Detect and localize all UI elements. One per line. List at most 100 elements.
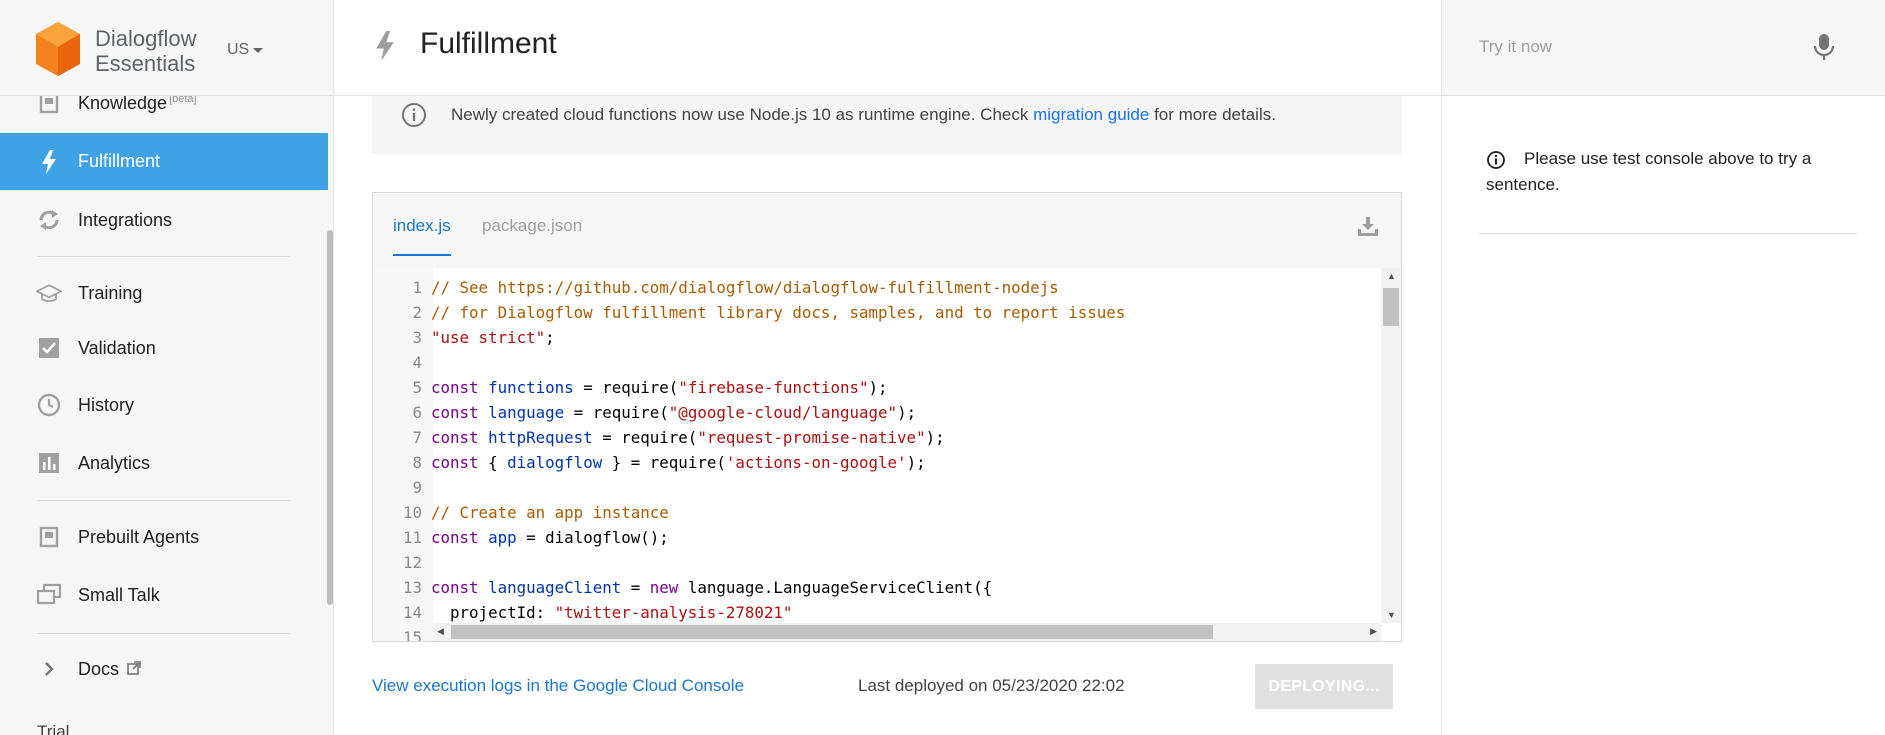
code-token: "firebase-functions"	[678, 378, 869, 397]
code-token: language.LanguageServiceClient({	[678, 578, 993, 597]
execution-logs-link[interactable]: View execution logs in the Google Cloud …	[372, 676, 744, 696]
code-token: new	[649, 578, 679, 597]
sidebar-scrollbar[interactable]	[327, 230, 333, 605]
info-text-after: for more details.	[1149, 105, 1276, 124]
tab-package-json[interactable]: package.json	[482, 216, 582, 254]
sidebar-item-small-talk[interactable]: Small Talk	[0, 580, 328, 610]
code-token: const	[431, 528, 479, 547]
info-icon	[402, 103, 426, 127]
line-number: 11	[402, 528, 422, 547]
caret-down-icon	[253, 47, 264, 53]
last-deployed-status: Last deployed on 05/23/2020 22:02	[858, 676, 1125, 695]
code-token: projectId:	[431, 603, 555, 622]
chat-icon	[36, 582, 62, 608]
code-token: {	[478, 453, 508, 472]
line-number: 5	[412, 378, 422, 397]
code-line: 12	[373, 550, 1125, 575]
school-icon	[36, 280, 62, 306]
sidebar-item-label: Prebuilt Agents	[78, 526, 200, 547]
sidebar-item-analytics[interactable]: Analytics	[0, 448, 328, 478]
code-token: = require(	[573, 378, 679, 397]
sidebar: Dialogflow Essentials US Knowledge [beta]…	[0, 0, 334, 735]
code-token: const	[431, 403, 479, 422]
external-link-icon	[127, 660, 141, 675]
line-number: 7	[412, 428, 422, 447]
code-token: "use strict"	[431, 328, 546, 347]
sidebar-item-label: Small Talk	[78, 584, 160, 605]
product-name: Dialogflow Essentials	[95, 26, 197, 76]
scroll-right-arrow-icon[interactable]: ▶	[1370, 626, 1377, 637]
sidebar-item-docs[interactable]: Docs	[0, 654, 328, 684]
region-selector[interactable]: US	[227, 41, 264, 59]
sidebar-item-training[interactable]: Training	[0, 278, 328, 308]
code-text: // Create an app instance	[431, 500, 669, 525]
code-editor[interactable]: 1 // See https://github.com/dialogflow/di…	[373, 268, 1401, 641]
check-box-icon	[36, 335, 62, 361]
code-text: const languageClient = new language.Lang…	[431, 575, 992, 600]
vertical-scroll-thumb[interactable]	[1383, 288, 1399, 326]
code-token: languageClient	[488, 578, 622, 597]
code-token: "request-promise-native"	[697, 428, 926, 447]
sidebar-item-fulfillment[interactable]: Fulfillment	[0, 133, 328, 190]
code-text: // for Dialogflow fulfillment library do…	[431, 300, 1125, 325]
code-line: 2 // for Dialogflow fulfillment library d…	[373, 300, 1125, 325]
try-it-now-input[interactable]	[1479, 32, 1799, 62]
test-console-hint: Please use test console above to try a s…	[1486, 146, 1841, 198]
code-line: 4	[373, 350, 1125, 375]
scroll-down-arrow-icon[interactable]: ▼	[1387, 610, 1396, 620]
code-line: 10 // Create an app instance	[373, 500, 1125, 525]
code-line: 9	[373, 475, 1125, 500]
editor-horizontal-scrollbar[interactable]: ◀ ▶	[433, 623, 1381, 641]
code-text: // See https://github.com/dialogflow/dia…	[431, 275, 1059, 300]
code-text: projectId: "twitter-analysis-278021"	[431, 600, 792, 625]
scroll-left-arrow-icon[interactable]: ◀	[437, 626, 444, 637]
code-text: const functions = require("firebase-func…	[431, 375, 888, 400]
code-token: // Create an app instance	[431, 503, 669, 522]
code-text: const language = require("@google-cloud/…	[431, 400, 916, 425]
code-text: "use strict";	[431, 325, 555, 350]
sidebar-item-history[interactable]: History	[0, 390, 328, 420]
code-token: const	[431, 428, 479, 447]
sidebar-item-label: History	[78, 394, 135, 415]
code-token: );	[906, 453, 926, 472]
dialogflow-logo-icon	[36, 22, 80, 76]
code-line: 7 const httpRequest = require("request-pr…	[373, 425, 1125, 450]
sidebar-item-label: Validation	[78, 337, 156, 358]
page-title: Fulfillment	[420, 27, 557, 60]
code-token: =	[621, 578, 650, 597]
code-text: const { dialogflow } = require('actions-…	[431, 450, 926, 475]
info-icon	[1487, 151, 1505, 169]
page-header: Fulfillment	[335, 0, 1441, 96]
migration-guide-link[interactable]: migration guide	[1033, 105, 1149, 124]
sidebar-item-validation[interactable]: Validation	[0, 333, 328, 363]
code-line: 1 // See https://github.com/dialogflow/di…	[373, 275, 1125, 300]
line-number: 13	[402, 578, 422, 597]
sidebar-item-label: Analytics	[78, 452, 151, 473]
code-token: = dialogflow();	[516, 528, 669, 547]
clock-icon	[36, 392, 62, 418]
microphone-icon[interactable]	[1812, 32, 1836, 62]
code-line: 5 const functions = require("firebase-fun…	[373, 375, 1125, 400]
code-token: );	[897, 403, 917, 422]
deploy-button[interactable]: DEPLOYING...	[1255, 664, 1393, 709]
line-number: 4	[412, 353, 422, 372]
info-banner: Newly created cloud functions now use No…	[372, 96, 1402, 154]
region-label: US	[227, 41, 250, 58]
brand-header: Dialogflow Essentials US	[0, 0, 333, 96]
sidebar-item-integrations[interactable]: Integrations	[0, 205, 328, 235]
code-lines[interactable]: 1 // See https://github.com/dialogflow/di…	[373, 275, 1125, 641]
scroll-up-arrow-icon[interactable]: ▲	[1387, 271, 1396, 281]
tab-index-js[interactable]: index.js	[393, 216, 451, 256]
code-token: = require(	[564, 403, 669, 422]
editor-vertical-scrollbar[interactable]: ▲ ▼	[1381, 268, 1401, 623]
chevron-right-icon	[36, 656, 62, 682]
download-icon[interactable]	[1357, 215, 1379, 237]
info-text-before: Newly created cloud functions now use No…	[451, 105, 1034, 124]
hint-divider	[1479, 233, 1857, 234]
horizontal-scroll-thumb[interactable]	[451, 625, 1213, 639]
code-token: functions	[488, 378, 574, 397]
code-token: const	[431, 578, 479, 597]
line-number: 2	[412, 303, 422, 322]
sidebar-item-prebuilt-agents[interactable]: Prebuilt Agents	[0, 522, 328, 552]
